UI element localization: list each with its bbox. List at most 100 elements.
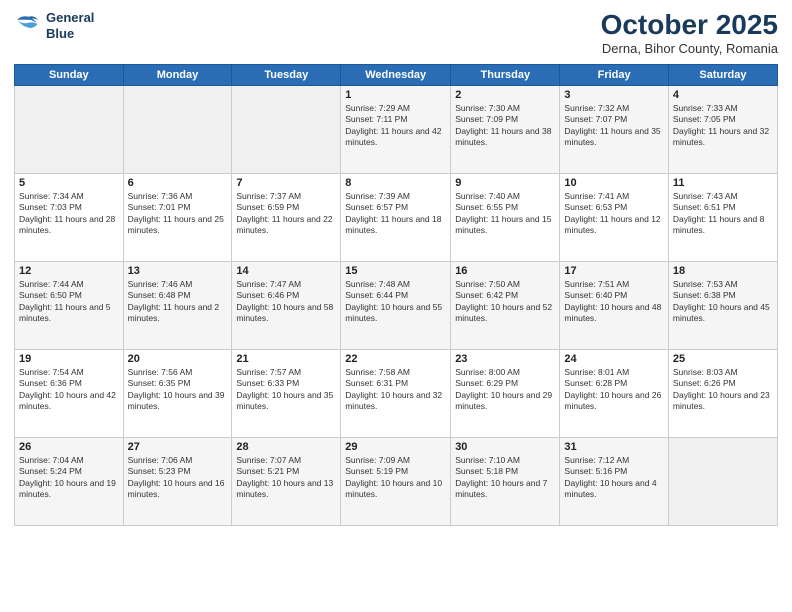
day-number: 15	[345, 265, 446, 277]
day-info: Sunrise: 8:00 AMSunset: 6:29 PMDaylight:…	[455, 367, 555, 413]
calendar-cell: 24Sunrise: 8:01 AMSunset: 6:28 PMDayligh…	[560, 349, 668, 437]
day-number: 7	[236, 177, 336, 189]
day-number: 9	[455, 177, 555, 189]
day-info: Sunrise: 7:12 AMSunset: 5:16 PMDaylight:…	[564, 455, 663, 501]
day-number: 19	[19, 353, 119, 365]
day-info: Sunrise: 7:37 AMSunset: 6:59 PMDaylight:…	[236, 191, 336, 237]
logo-icon	[14, 12, 42, 40]
day-info: Sunrise: 7:10 AMSunset: 5:18 PMDaylight:…	[455, 455, 555, 501]
calendar-cell	[668, 437, 777, 525]
calendar-cell: 16Sunrise: 7:50 AMSunset: 6:42 PMDayligh…	[451, 261, 560, 349]
day-number: 13	[128, 265, 228, 277]
day-number: 23	[455, 353, 555, 365]
calendar-cell	[123, 85, 232, 173]
calendar-cell: 1Sunrise: 7:29 AMSunset: 7:11 PMDaylight…	[341, 85, 451, 173]
day-info: Sunrise: 7:34 AMSunset: 7:03 PMDaylight:…	[19, 191, 119, 237]
calendar-cell: 3 Sunrise: 7:32 AMSunset: 7:07 PMDaylight…	[560, 85, 668, 173]
weekday-header-tuesday: Tuesday	[232, 64, 341, 85]
day-info: Sunrise: 7:54 AMSunset: 6:36 PMDaylight:…	[19, 367, 119, 413]
day-number: 1	[345, 89, 446, 101]
day-info: Sunrise: 7:33 AMSunset: 7:05 PMDaylight:…	[673, 103, 773, 149]
calendar-cell: 21 Sunrise: 7:57 AMSunset: 6:33 PMDayligh…	[232, 349, 341, 437]
calendar-cell: 8 Sunrise: 7:39 AMSunset: 6:57 PMDaylight…	[341, 173, 451, 261]
calendar-cell: 23 Sunrise: 8:00 AMSunset: 6:29 PMDayligh…	[451, 349, 560, 437]
day-number: 25	[673, 353, 773, 365]
day-info: Sunrise: 7:41 AMSunset: 6:53 PMDaylight:…	[564, 191, 663, 237]
day-number: 28	[236, 441, 336, 453]
calendar-cell: 30 Sunrise: 7:10 AMSunset: 5:18 PMDayligh…	[451, 437, 560, 525]
day-info: Sunrise: 8:03 AMSunset: 6:26 PMDaylight:…	[673, 367, 773, 413]
day-info: Sunrise: 7:51 AMSunset: 6:40 PMDaylight:…	[564, 279, 663, 325]
day-info: Sunrise: 7:50 AMSunset: 6:42 PMDaylight:…	[455, 279, 555, 325]
day-number: 3	[564, 89, 663, 101]
calendar-cell: 28 Sunrise: 7:07 AMSunset: 5:21 PMDayligh…	[232, 437, 341, 525]
day-number: 26	[19, 441, 119, 453]
day-info: Sunrise: 7:07 AMSunset: 5:21 PMDaylight:…	[236, 455, 336, 501]
calendar-cell: 10Sunrise: 7:41 AMSunset: 6:53 PMDayligh…	[560, 173, 668, 261]
calendar-cell: 27Sunrise: 7:06 AMSunset: 5:23 PMDayligh…	[123, 437, 232, 525]
day-info: Sunrise: 7:44 AMSunset: 6:50 PMDaylight:…	[19, 279, 119, 325]
title-block: October 2025 Derna, Bihor County, Romani…	[601, 10, 778, 56]
day-number: 17	[564, 265, 663, 277]
day-info: Sunrise: 7:04 AMSunset: 5:24 PMDaylight:…	[19, 455, 119, 501]
calendar-cell: 2 Sunrise: 7:30 AMSunset: 7:09 PMDaylight…	[451, 85, 560, 173]
calendar-week-4: 19 Sunrise: 7:54 AMSunset: 6:36 PMDayligh…	[15, 349, 778, 437]
page-header: General Blue October 2025 Derna, Bihor C…	[14, 10, 778, 56]
day-number: 22	[345, 353, 446, 365]
day-number: 4	[673, 89, 773, 101]
calendar-cell: 14 Sunrise: 7:47 AMSunset: 6:46 PMDayligh…	[232, 261, 341, 349]
weekday-header-wednesday: Wednesday	[341, 64, 451, 85]
calendar-cell: 11Sunrise: 7:43 AMSunset: 6:51 PMDayligh…	[668, 173, 777, 261]
logo: General Blue	[14, 10, 94, 41]
day-info: Sunrise: 7:09 AMSunset: 5:19 PMDaylight:…	[345, 455, 446, 501]
calendar-cell: 12 Sunrise: 7:44 AMSunset: 6:50 PMDayligh…	[15, 261, 124, 349]
day-number: 6	[128, 177, 228, 189]
calendar-week-2: 5 Sunrise: 7:34 AMSunset: 7:03 PMDaylight…	[15, 173, 778, 261]
calendar-table: SundayMondayTuesdayWednesdayThursdayFrid…	[14, 64, 778, 526]
day-number: 2	[455, 89, 555, 101]
day-number: 11	[673, 177, 773, 189]
day-info: Sunrise: 7:48 AMSunset: 6:44 PMDaylight:…	[345, 279, 446, 325]
day-info: Sunrise: 7:30 AMSunset: 7:09 PMDaylight:…	[455, 103, 555, 149]
weekday-header-row: SundayMondayTuesdayWednesdayThursdayFrid…	[15, 64, 778, 85]
calendar-cell: 6Sunrise: 7:36 AMSunset: 7:01 PMDaylight…	[123, 173, 232, 261]
calendar-cell: 22 Sunrise: 7:58 AMSunset: 6:31 PMDayligh…	[341, 349, 451, 437]
calendar-cell: 18Sunrise: 7:53 AMSunset: 6:38 PMDayligh…	[668, 261, 777, 349]
weekday-header-monday: Monday	[123, 64, 232, 85]
calendar-cell: 25 Sunrise: 8:03 AMSunset: 6:26 PMDayligh…	[668, 349, 777, 437]
calendar-cell: 29 Sunrise: 7:09 AMSunset: 5:19 PMDayligh…	[341, 437, 451, 525]
day-number: 29	[345, 441, 446, 453]
day-number: 30	[455, 441, 555, 453]
calendar-cell: 9Sunrise: 7:40 AMSunset: 6:55 PMDaylight…	[451, 173, 560, 261]
weekday-header-thursday: Thursday	[451, 64, 560, 85]
weekday-header-friday: Friday	[560, 64, 668, 85]
day-info: Sunrise: 7:58 AMSunset: 6:31 PMDaylight:…	[345, 367, 446, 413]
calendar-cell: 4 Sunrise: 7:33 AMSunset: 7:05 PMDaylight…	[668, 85, 777, 173]
calendar-cell: 19 Sunrise: 7:54 AMSunset: 6:36 PMDayligh…	[15, 349, 124, 437]
day-info: Sunrise: 7:39 AMSunset: 6:57 PMDaylight:…	[345, 191, 446, 237]
day-number: 5	[19, 177, 119, 189]
month-title: October 2025	[601, 10, 778, 41]
day-number: 20	[128, 353, 228, 365]
calendar-week-3: 12 Sunrise: 7:44 AMSunset: 6:50 PMDayligh…	[15, 261, 778, 349]
day-info: Sunrise: 7:57 AMSunset: 6:33 PMDaylight:…	[236, 367, 336, 413]
day-info: Sunrise: 7:47 AMSunset: 6:46 PMDaylight:…	[236, 279, 336, 325]
calendar-cell: 5 Sunrise: 7:34 AMSunset: 7:03 PMDaylight…	[15, 173, 124, 261]
day-number: 12	[19, 265, 119, 277]
calendar-cell: 15 Sunrise: 7:48 AMSunset: 6:44 PMDayligh…	[341, 261, 451, 349]
day-number: 24	[564, 353, 663, 365]
weekday-header-sunday: Sunday	[15, 64, 124, 85]
day-number: 8	[345, 177, 446, 189]
day-info: Sunrise: 7:46 AMSunset: 6:48 PMDaylight:…	[128, 279, 228, 325]
calendar-cell: 20 Sunrise: 7:56 AMSunset: 6:35 PMDayligh…	[123, 349, 232, 437]
day-number: 31	[564, 441, 663, 453]
calendar-cell: 31 Sunrise: 7:12 AMSunset: 5:16 PMDayligh…	[560, 437, 668, 525]
day-number: 14	[236, 265, 336, 277]
location-subtitle: Derna, Bihor County, Romania	[601, 41, 778, 56]
logo-text: General Blue	[46, 10, 94, 41]
day-info: Sunrise: 7:32 AMSunset: 7:07 PMDaylight:…	[564, 103, 663, 149]
day-info: Sunrise: 7:56 AMSunset: 6:35 PMDaylight:…	[128, 367, 228, 413]
calendar-week-5: 26 Sunrise: 7:04 AMSunset: 5:24 PMDayligh…	[15, 437, 778, 525]
day-number: 21	[236, 353, 336, 365]
day-number: 18	[673, 265, 773, 277]
